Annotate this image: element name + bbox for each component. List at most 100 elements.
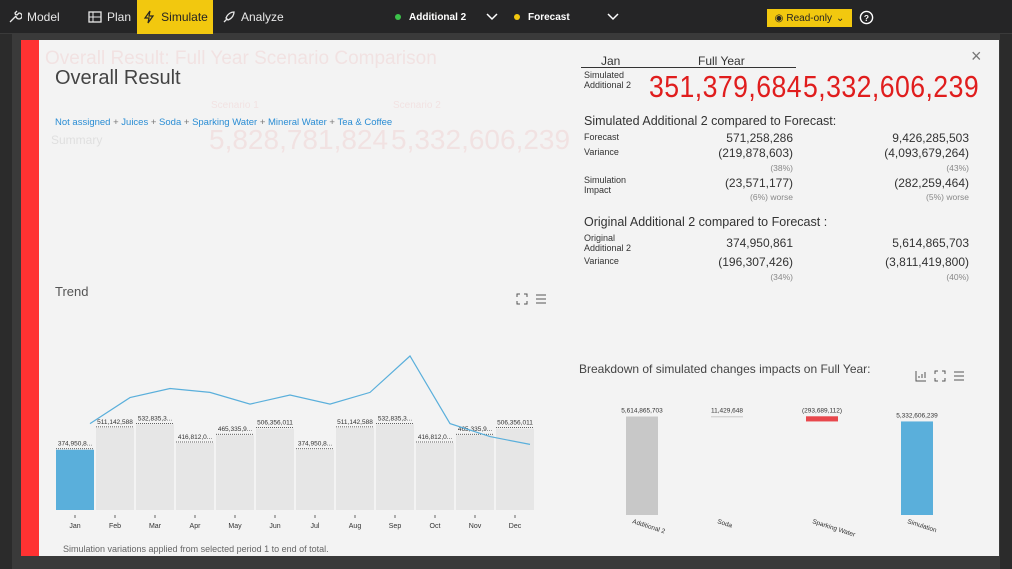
scenario1-dot bbox=[395, 14, 401, 20]
svg-text:?: ? bbox=[864, 13, 869, 23]
waterfall-data-label: (293,689,112) bbox=[802, 407, 842, 414]
help-icon[interactable]: ? bbox=[859, 10, 874, 25]
trend-data-label: 374,950,8... bbox=[298, 441, 333, 448]
ghost-card2-value: 5,332,606,239 bbox=[391, 124, 571, 155]
variance2-jan: (196,307,426) bbox=[718, 255, 793, 269]
scenario2-dot bbox=[514, 14, 520, 20]
chevron-down-icon: ⌄ bbox=[835, 12, 845, 24]
waterfall-bar bbox=[901, 421, 933, 515]
trend-tick-label: Aug bbox=[349, 523, 362, 530]
simulate-label: Simulate bbox=[161, 10, 208, 24]
ghost-card1-title: Scenario 1 bbox=[211, 100, 259, 111]
waterfall-data-label: 11,429,648 bbox=[711, 407, 743, 414]
trend-bar bbox=[136, 424, 174, 510]
trend-tick-label: Sep bbox=[389, 523, 402, 530]
variance-fy: (4,093,679,264) bbox=[884, 146, 969, 160]
trend-data-label: 465,335,9... bbox=[218, 426, 253, 433]
forecast-label: Forecast bbox=[584, 132, 620, 142]
forecast-fy: 9,426,285,503 bbox=[892, 131, 969, 145]
simulate-tab[interactable]: Simulate bbox=[137, 0, 213, 34]
variance-jan: (219,878,603) bbox=[718, 146, 793, 160]
readonly-button[interactable]: ◉ Read-only ⌄ bbox=[767, 9, 852, 27]
filter-item: Tea & Coffee bbox=[337, 117, 393, 128]
ghost-card2-title: Scenario 2 bbox=[393, 100, 441, 111]
analyze-tab[interactable]: Analyze bbox=[222, 0, 284, 34]
col-header-fullyear: Full Year bbox=[698, 54, 745, 68]
waterfall-tick-label: Sparking Water bbox=[811, 518, 856, 539]
lightning-icon bbox=[143, 10, 155, 24]
trend-tick-label: Feb bbox=[109, 523, 121, 530]
trend-tick-label: Jun bbox=[269, 523, 280, 530]
trend-tick-label: Mar bbox=[149, 523, 162, 530]
impact-jan-pct: (6%) worse bbox=[750, 192, 793, 202]
trend-bar bbox=[216, 435, 254, 510]
variance2-fy-pct: (40%) bbox=[946, 272, 969, 282]
chevron-down-icon[interactable] bbox=[485, 10, 499, 24]
trend-bar bbox=[96, 427, 134, 510]
fy-kpi-value: 5,332,606,239 bbox=[803, 69, 980, 104]
trend-tick-label: Jan bbox=[69, 523, 80, 530]
eye-icon: ◉ bbox=[774, 12, 784, 24]
rocket-icon bbox=[223, 11, 235, 23]
scenario-color-bar bbox=[21, 40, 39, 556]
impact-jan: (23,571,177) bbox=[724, 176, 793, 190]
top-toolbar: Model Plan Simulate Analyze Additional 2… bbox=[0, 0, 1012, 34]
scenario1-label: Additional 2 bbox=[409, 11, 467, 23]
ghost-nav-item: Summary bbox=[51, 133, 103, 147]
filter-item: Mineral Water bbox=[268, 117, 327, 128]
trend-data-label: 511,142,588 bbox=[337, 419, 373, 426]
forecast-jan: 571,258,286 bbox=[726, 131, 793, 145]
model-label: Model bbox=[27, 10, 60, 24]
variance2-jan-pct: (34%) bbox=[770, 272, 793, 282]
waterfall-tick-label: Additional 2 bbox=[631, 518, 666, 535]
trend-bar bbox=[416, 443, 454, 510]
plan-tab[interactable]: Plan bbox=[88, 0, 131, 34]
section2-title: Original Additional 2 compared to Foreca… bbox=[584, 215, 828, 229]
trend-chart: 374,950,8... Jan 511,142,588 Feb 532,835,3..… bbox=[56, 355, 534, 530]
drill-icon[interactable] bbox=[915, 370, 927, 382]
waterfall-tick-label: Soda bbox=[716, 518, 733, 529]
trend-tick-label: Nov bbox=[469, 523, 482, 530]
waterfall-data-label: 5,332,606,239 bbox=[896, 412, 938, 419]
trend-data-label: 506,356,011 bbox=[257, 420, 293, 427]
variance2-label: Variance bbox=[584, 256, 619, 266]
modal-title: Overall Result bbox=[55, 67, 181, 89]
impact-fy-pct: (5%) worse bbox=[926, 192, 969, 202]
model-tab[interactable]: Model bbox=[8, 0, 60, 34]
detail-modal: Overall Result: Full Year Scenario Compa… bbox=[21, 40, 999, 556]
trend-data-label: 511,142,588 bbox=[97, 419, 133, 426]
more-options-icon[interactable] bbox=[535, 293, 547, 305]
variance-fy-pct: (43%) bbox=[946, 163, 969, 173]
scenario2-selector[interactable]: Forecast bbox=[514, 0, 570, 34]
col-header-jan: Jan bbox=[601, 54, 621, 68]
filter-separator: + bbox=[326, 117, 338, 128]
breakdown-waterfall-chart: 5,614,865,703 Additional 2 11,429,648 Soda (… bbox=[621, 407, 938, 539]
trend-bar bbox=[256, 428, 294, 510]
focus-mode-icon[interactable] bbox=[516, 293, 528, 305]
waterfall-bar bbox=[711, 416, 743, 418]
filter-list: Not assigned + Juices + Soda + Sparking … bbox=[55, 117, 392, 128]
close-icon[interactable]: × bbox=[971, 46, 982, 67]
variance-jan-pct: (38%) bbox=[770, 163, 793, 173]
trend-bar bbox=[176, 443, 214, 510]
trend-data-label: 532,835,3... bbox=[378, 415, 413, 422]
trend-bar bbox=[496, 428, 534, 510]
trend-data-label: 374,950,8... bbox=[58, 441, 93, 448]
variance2-fy: (3,811,419,800) bbox=[885, 255, 969, 269]
filter-item: Soda bbox=[159, 117, 182, 128]
trend-bar bbox=[56, 449, 94, 510]
trend-data-label: 532,835,3... bbox=[138, 415, 173, 422]
trend-tick-label: May bbox=[228, 523, 242, 530]
focus-mode-icon[interactable] bbox=[934, 370, 946, 382]
filter-item: Not assigned bbox=[55, 117, 111, 128]
trend-data-label: 416,812,0... bbox=[418, 434, 453, 441]
trend-data-label: 506,356,011 bbox=[497, 420, 533, 427]
breakdown-title: Breakdown of simulated changes impacts o… bbox=[579, 362, 871, 376]
scenario1-selector[interactable]: Additional 2 bbox=[395, 0, 466, 34]
more-options-icon[interactable] bbox=[953, 370, 965, 382]
analyze-label: Analyze bbox=[241, 10, 284, 24]
filter-separator: + bbox=[110, 117, 122, 128]
chevron-down-icon[interactable] bbox=[606, 10, 620, 24]
filter-separator: + bbox=[257, 117, 269, 128]
trend-tick-label: Jul bbox=[311, 523, 320, 530]
